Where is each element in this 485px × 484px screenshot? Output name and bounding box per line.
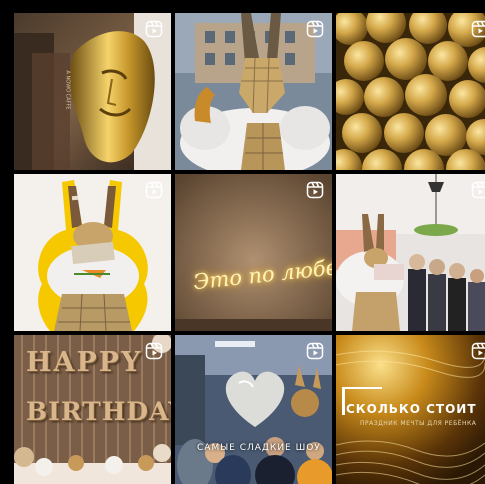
kids-party-image bbox=[336, 174, 485, 331]
profile-post-grid: A NOWO CAFFE Это по любви HAPPY BIRTHDAY… bbox=[14, 13, 485, 484]
price-subtitle: ПРАЗДНИК МЕЧТЫ ДЛЯ РЕБЁНКА bbox=[360, 420, 477, 427]
reels-icon bbox=[306, 342, 324, 360]
post-tile-kids-party[interactable] bbox=[336, 174, 485, 331]
reels-icon bbox=[145, 342, 163, 360]
post-tile-bunny-costume[interactable] bbox=[14, 174, 171, 331]
happy-balloons: HAPPY bbox=[26, 347, 143, 378]
reels-icon bbox=[306, 20, 324, 38]
reels-icon bbox=[145, 20, 163, 38]
birthday-balloons: BIRTHDAY bbox=[26, 397, 171, 426]
reels-icon bbox=[471, 20, 485, 38]
post-tile-price[interactable]: СКОЛЬКО СТОИТ ПРАЗДНИК МЕЧТЫ ДЛЯ РЕБЁНКА bbox=[336, 335, 485, 484]
show-caption: САМЫЕ СЛАДКИЕ ШОУ bbox=[197, 443, 321, 453]
price-title: СКОЛЬКО СТОИТ bbox=[346, 402, 477, 416]
post-tile-heart-balloon[interactable]: САМЫЕ СЛАДКИЕ ШОУ bbox=[175, 335, 332, 484]
bunny-sign bbox=[71, 195, 79, 201]
reels-icon bbox=[145, 181, 163, 199]
gold-chocolates-image bbox=[336, 13, 485, 170]
reels-icon bbox=[306, 181, 324, 199]
post-tile-happy-birthday[interactable]: HAPPY BIRTHDAY bbox=[14, 335, 171, 484]
cafe-caption: A NOWO CAFFE bbox=[64, 70, 71, 110]
reels-icon bbox=[471, 342, 485, 360]
post-tile-mirror-bunny[interactable] bbox=[175, 13, 332, 170]
post-tile-gold-mask[interactable]: A NOWO CAFFE bbox=[14, 13, 171, 170]
reels-icon bbox=[471, 181, 485, 199]
post-tile-gold-chocolates[interactable] bbox=[336, 13, 485, 170]
post-tile-neon-sign[interactable]: Это по любви bbox=[175, 174, 332, 331]
